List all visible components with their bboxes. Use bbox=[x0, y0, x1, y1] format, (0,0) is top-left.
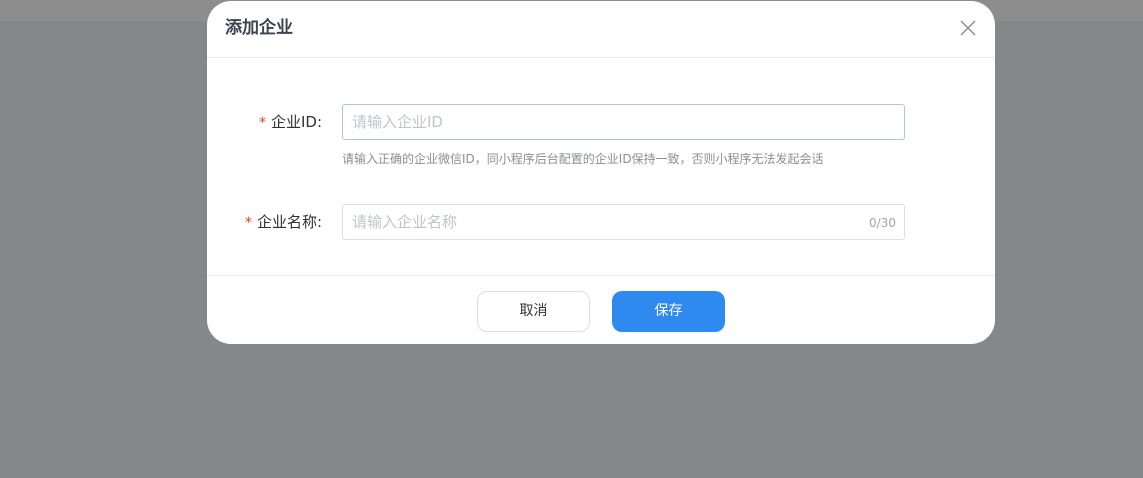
enterprise-id-input-wrapper bbox=[342, 104, 905, 140]
character-counter: 0/30 bbox=[869, 216, 896, 230]
enterprise-id-input[interactable] bbox=[343, 105, 904, 139]
enterprise-id-label-text: 企业ID: bbox=[270, 113, 322, 131]
required-star: * bbox=[244, 215, 252, 231]
dialog-header: 添加企业 bbox=[207, 1, 995, 58]
cancel-button[interactable]: 取消 bbox=[477, 291, 590, 332]
add-enterprise-dialog: 添加企业 *企业ID: 请输入正确的企业微信ID，同小程序后台配置的企业ID保持… bbox=[207, 1, 995, 344]
enterprise-id-hint: 请输入正确的企业微信ID，同小程序后台配置的企业ID保持一致，否则小程序无法发起… bbox=[342, 152, 824, 166]
enterprise-id-label: * 企业ID: bbox=[259, 112, 322, 133]
dialog-footer: 取消 保存 bbox=[207, 275, 995, 344]
required-star: * bbox=[258, 115, 266, 131]
enterprise-name-input-wrapper: 0/30 bbox=[342, 204, 905, 240]
enterprise-name-label-text: 企业名称: bbox=[256, 213, 322, 231]
enterprise-name-label: * 企业名称: bbox=[245, 212, 322, 233]
enterprise-name-input[interactable] bbox=[343, 205, 904, 239]
close-button[interactable] bbox=[957, 17, 979, 39]
save-button[interactable]: 保存 bbox=[612, 291, 725, 332]
dialog-title: 添加企业 bbox=[225, 18, 293, 38]
close-icon bbox=[960, 20, 976, 36]
